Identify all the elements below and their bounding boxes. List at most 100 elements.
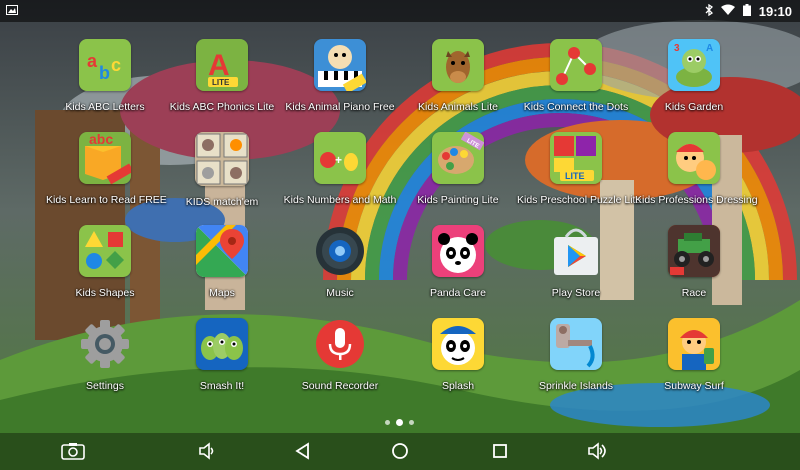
- panda-care-icon: [432, 225, 484, 277]
- microphone-icon: [314, 318, 366, 370]
- svg-text:abc: abc: [89, 132, 113, 147]
- app-label: Subway Surf: [664, 380, 724, 392]
- app-kids-animal-piano-free[interactable]: Kids Animal Piano Free: [281, 33, 399, 121]
- app-kids-numbers-and-math[interactable]: + Kids Numbers and Math: [281, 126, 399, 214]
- match-em-icon: [195, 132, 249, 186]
- app-label: Kids Professions Dressing: [635, 194, 758, 206]
- app-smash-it[interactable]: Smash It!: [163, 312, 281, 400]
- app-label: Play Store: [551, 287, 601, 299]
- numbers-math-icon: +: [314, 132, 366, 184]
- home-icon[interactable]: [388, 441, 412, 461]
- app-label: Race: [681, 287, 707, 299]
- smash-it-icon: [196, 318, 248, 370]
- volume-down-icon[interactable]: [195, 441, 219, 461]
- screenshot-icon[interactable]: [60, 441, 86, 461]
- app-music[interactable]: Music: [281, 219, 399, 307]
- page-indicator: [385, 419, 414, 426]
- app-play-store[interactable]: Play Store: [517, 219, 635, 307]
- settings-gear-icon: [79, 318, 131, 370]
- navigation-bar: [0, 433, 800, 470]
- app-label: Kids Animal Piano Free: [285, 101, 395, 113]
- status-bar: 19:10: [0, 0, 800, 22]
- app-label: Kids Connect the Dots: [523, 101, 629, 113]
- wifi-icon: [720, 4, 735, 18]
- professions-dressing-icon: [668, 132, 720, 184]
- app-kids-learn-to-read-free[interactable]: abc Kids Learn to Read FREE: [46, 126, 167, 214]
- bluetooth-icon: [705, 3, 713, 19]
- app-label: Maps: [209, 287, 235, 299]
- page-dot-current[interactable]: [396, 419, 403, 426]
- music-speaker-icon: [314, 225, 366, 277]
- app-kids-shapes[interactable]: Kids Shapes: [46, 219, 164, 307]
- splash-panda-icon: [432, 318, 484, 370]
- app-label: Kids Shapes: [75, 287, 135, 299]
- app-kids-abc-letters[interactable]: abc Kids ABC Letters: [46, 33, 164, 121]
- garden-turtle-icon: 3A: [668, 39, 720, 91]
- learn-read-icon: abc: [79, 132, 131, 184]
- app-label: Kids Garden: [664, 101, 724, 113]
- svg-text:LITE: LITE: [565, 171, 585, 181]
- app-label: Kids Numbers and Math: [283, 194, 397, 206]
- app-label: Settings: [86, 380, 124, 392]
- svg-text:LITE: LITE: [212, 78, 230, 87]
- recents-icon[interactable]: [488, 441, 512, 461]
- preschool-puzzle-icon: LITE: [550, 132, 602, 184]
- app-row: Kids Shapes Maps Music Panda Care Play S…: [0, 219, 800, 311]
- app-race[interactable]: Race: [635, 219, 753, 307]
- page-dot[interactable]: [385, 420, 390, 425]
- app-label: Smash It!: [199, 380, 245, 392]
- app-subway-surf[interactable]: Subway Surf: [635, 312, 753, 400]
- app-sound-recorder[interactable]: Sound Recorder: [281, 312, 399, 400]
- animals-horse-icon: [432, 39, 484, 91]
- animal-piano-icon: [314, 39, 366, 91]
- app-label: Kids Painting Lite: [417, 194, 499, 206]
- svg-text:+: +: [335, 153, 342, 167]
- app-label: Sound Recorder: [301, 380, 379, 392]
- svg-text:a: a: [87, 51, 98, 71]
- app-label: Kids Preschool Puzzle Lite: [517, 194, 642, 206]
- connect-dots-icon: [550, 39, 602, 91]
- shapes-icon: [79, 225, 131, 277]
- volume-up-icon[interactable]: [586, 441, 610, 461]
- app-kids-animals-lite[interactable]: Kids Animals Lite: [399, 33, 517, 121]
- app-splash[interactable]: Splash: [399, 312, 517, 400]
- app-row: Settings Smash It! Sound Recorder Splash…: [0, 312, 800, 404]
- app-label: Music: [326, 287, 354, 299]
- abc-phonics-icon: A LITE: [196, 39, 248, 91]
- app-row: abc Kids Learn to Read FREE KIDS match'e…: [0, 126, 800, 218]
- svg-text:3: 3: [674, 43, 680, 54]
- app-kids-match-em[interactable]: KIDS match'em: [163, 126, 281, 214]
- svg-text:c: c: [111, 55, 121, 75]
- race-truck-icon: [668, 225, 720, 277]
- app-label: KIDS match'em: [185, 196, 259, 208]
- clock: 19:10: [758, 3, 792, 19]
- app-label: Kids ABC Letters: [65, 101, 145, 113]
- maps-icon: [196, 225, 248, 277]
- app-panda-care[interactable]: Panda Care: [399, 219, 517, 307]
- app-label: Sprinkle Islands: [538, 380, 614, 392]
- app-kids-garden[interactable]: 3A Kids Garden: [635, 33, 753, 121]
- painting-palette-icon: LITE: [432, 132, 484, 184]
- subway-surf-icon: [668, 318, 720, 370]
- svg-text:b: b: [99, 63, 110, 83]
- app-kids-preschool-puzzle-lite[interactable]: LITE Kids Preschool Puzzle Lite: [517, 126, 642, 214]
- sprinkle-islands-icon: [550, 318, 602, 370]
- photo-notification-icon: [6, 4, 18, 18]
- app-label: Kids ABC Phonics Lite: [169, 101, 275, 113]
- app-label: Panda Care: [429, 287, 487, 299]
- back-icon[interactable]: [290, 441, 314, 461]
- app-label: Kids Animals Lite: [418, 101, 498, 113]
- app-row: abc Kids ABC Letters A LITE Kids ABC Phon…: [0, 33, 800, 125]
- app-kids-painting-lite[interactable]: LITE Kids Painting Lite: [399, 126, 517, 214]
- app-kids-professions-dressing[interactable]: Kids Professions Dressing: [635, 126, 758, 214]
- app-kids-abc-phonics-lite[interactable]: A LITE Kids ABC Phonics Lite: [163, 33, 281, 121]
- app-settings[interactable]: Settings: [46, 312, 164, 400]
- svg-text:A: A: [706, 43, 713, 54]
- play-store-icon: [550, 225, 602, 277]
- app-kids-connect-the-dots[interactable]: Kids Connect the Dots: [517, 33, 635, 121]
- app-label: Splash: [441, 380, 475, 392]
- app-maps[interactable]: Maps: [163, 219, 281, 307]
- abc-letters-icon: abc: [79, 39, 131, 91]
- app-sprinkle-islands[interactable]: Sprinkle Islands: [517, 312, 635, 400]
- page-dot[interactable]: [409, 420, 414, 425]
